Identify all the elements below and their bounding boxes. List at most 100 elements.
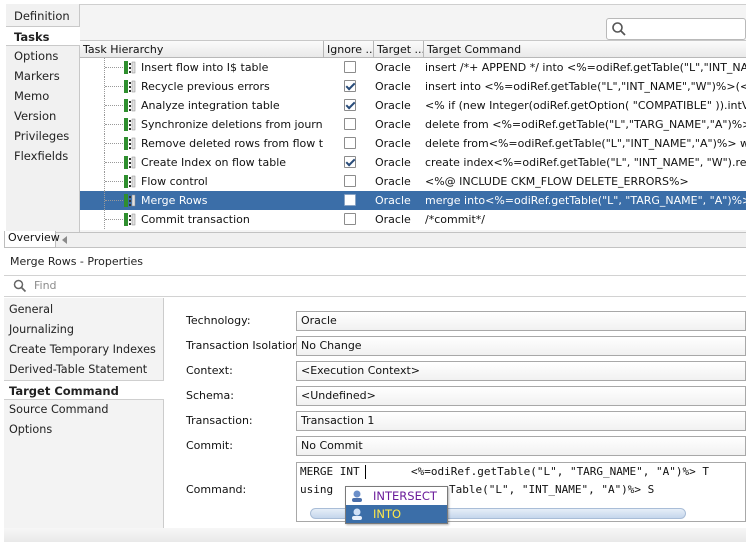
table-row[interactable]: Synchronize deletions from journal Oracle… (80, 115, 746, 134)
commit-label: Commit: (186, 439, 233, 452)
task-name: Insert flow into I$ table (141, 61, 269, 74)
editor-side-tabs: Definition Tasks Options Markers Memo Ve… (6, 4, 80, 232)
autocomplete-popup: INTERSECT INTO (345, 486, 448, 524)
tab-overview[interactable]: Overview (4, 231, 60, 248)
tab-markers[interactable]: Markers (6, 66, 80, 86)
table-row[interactable]: Remove deleted rows from flow table Oracl… (80, 134, 746, 153)
window-bottom-edge (4, 528, 746, 542)
search-icon[interactable] (610, 20, 628, 38)
nav-options[interactable]: Options (4, 420, 164, 440)
tab-tasks[interactable]: Tasks (6, 26, 80, 46)
grid-header: Task Hierarchy Ignore ... Target ... Tar… (80, 40, 746, 59)
autocomplete-label-into: INTO (373, 507, 402, 521)
target-technology-cell: Oracle (375, 213, 411, 226)
ignore-errors-checkbox[interactable] (344, 80, 356, 92)
ignore-errors-checkbox[interactable] (344, 194, 356, 206)
nav-derived-table-statement[interactable]: Derived-Table Statement (4, 360, 164, 380)
nav-journalizing[interactable]: Journalizing (4, 320, 164, 340)
context-select[interactable]: <Execution Context> (296, 361, 746, 381)
task-icon (124, 156, 136, 169)
ignore-errors-checkbox[interactable] (344, 99, 356, 111)
nav-source-command[interactable]: Source Command (4, 400, 164, 420)
autocomplete-item-into[interactable]: INTO (346, 505, 447, 523)
keyword-icon (352, 508, 362, 520)
tab-version[interactable]: Version (6, 106, 80, 126)
task-icon (124, 118, 136, 131)
transaction-isolation-select[interactable]: No Change (296, 336, 746, 356)
table-row[interactable]: Merge Rows Oracle merge into<%=odiRef.getT… (80, 191, 746, 210)
autocomplete-label-intersect: INTERSECT (373, 489, 437, 503)
ignore-errors-checkbox[interactable] (344, 175, 356, 187)
target-command-cell: insert into <%=odiRef.getTable("L","INT_… (425, 80, 746, 93)
target-command-cell: delete from <%=odiRef.getTable("L","TARG… (425, 118, 746, 131)
target-technology-cell: Oracle (375, 194, 411, 207)
text-cursor (365, 465, 366, 479)
table-row[interactable]: Recycle previous errors Oracle insert into… (80, 77, 746, 96)
task-icon (124, 175, 136, 188)
tab-memo[interactable]: Memo (6, 86, 80, 106)
table-row[interactable]: Commit transaction Oracle /*commit*/ (80, 210, 746, 229)
target-technology-cell: Oracle (375, 118, 411, 131)
scroll-left-icon[interactable] (60, 235, 70, 245)
target-command-cell: /*commit*/ (425, 213, 485, 226)
target-technology-cell: Oracle (375, 61, 411, 74)
command-line-1-start: MERGE INT (300, 465, 360, 478)
ignore-errors-checkbox[interactable] (344, 118, 356, 130)
task-icon (124, 137, 136, 150)
tab-flexfields[interactable]: Flexfields (6, 146, 80, 166)
target-technology-cell: Oracle (375, 156, 411, 169)
tab-definition[interactable]: Definition (6, 6, 80, 26)
commit-select[interactable]: No Commit (296, 436, 746, 456)
ignore-errors-checkbox[interactable] (344, 137, 356, 149)
tab-options[interactable]: Options (6, 46, 80, 66)
tab-privileges[interactable]: Privileges (6, 126, 80, 146)
table-row[interactable]: Flow control Oracle <%@ INCLUDE CKM_FLOW D… (80, 172, 746, 191)
nav-target-command[interactable]: Target Command (4, 380, 164, 400)
command-line-2-start: using (300, 483, 334, 496)
task-icon (124, 99, 136, 112)
target-command-cell: insert /*+ APPEND */ into <%=odiRef.getT… (425, 61, 746, 74)
task-name: Synchronize deletions from journal (141, 118, 323, 131)
properties-title: Merge Rows - Properties (4, 252, 746, 272)
ignore-errors-checkbox[interactable] (344, 61, 356, 73)
find-input[interactable]: Find (34, 278, 57, 294)
autocomplete-item-intersect[interactable]: INTERSECT (346, 487, 447, 505)
table-row[interactable]: Insert flow into I$ table Oracle insert /*… (80, 58, 746, 77)
technology-select[interactable]: Oracle (296, 311, 746, 331)
column-header-target[interactable]: Target ... (374, 41, 424, 59)
task-name: Recycle previous errors (141, 80, 270, 93)
properties-nav: General Journalizing Create Temporary In… (4, 298, 164, 528)
task-icon (124, 213, 136, 226)
find-bar[interactable] (4, 275, 746, 297)
target-command-cell: <%@ INCLUDE CKM_FLOW DELETE_ERRORS%> (425, 175, 689, 188)
task-icon (124, 61, 136, 74)
task-icon (124, 80, 136, 93)
target-command-cell: <% if (new Integer(odiRef.getOption( "CO… (425, 99, 746, 112)
target-command-cell: create index<%=odiRef.getTable("L", "INT… (425, 156, 746, 169)
overview-bar (4, 232, 746, 248)
ignore-errors-checkbox[interactable] (344, 156, 356, 168)
command-line-2-rest: Table("L", "INT_NAME", "A")%> S (449, 483, 655, 496)
task-grid: Insert flow into I$ table Oracle insert /*… (80, 58, 746, 230)
nav-general[interactable]: General (4, 300, 164, 320)
technology-label: Technology: (186, 314, 251, 327)
target-technology-cell: Oracle (375, 80, 411, 93)
find-icon[interactable] (12, 278, 28, 294)
table-row[interactable]: Create Index on flow table Oracle create i… (80, 153, 746, 172)
schema-label: Schema: (186, 389, 234, 402)
task-name: Merge Rows (141, 194, 208, 207)
task-name: Flow control (141, 175, 208, 188)
nav-create-temporary-indexes[interactable]: Create Temporary Indexes (4, 340, 164, 360)
schema-select[interactable]: <Undefined> (296, 386, 746, 406)
table-row[interactable]: Analyze integration table Oracle <% if (ne… (80, 96, 746, 115)
task-icon (124, 194, 136, 207)
target-command-cell: merge into<%=odiRef.getTable("L", "TARG_… (425, 194, 746, 207)
column-header-target-command[interactable]: Target Command (424, 41, 746, 59)
keyword-icon (352, 490, 362, 502)
transaction-label: Transaction: (186, 414, 253, 427)
transaction-select[interactable]: Transaction 1 (296, 411, 746, 431)
column-header-ignore[interactable]: Ignore ... (324, 41, 374, 59)
target-technology-cell: Oracle (375, 99, 411, 112)
column-header-task-hierarchy[interactable]: Task Hierarchy (80, 41, 324, 59)
ignore-errors-checkbox[interactable] (344, 213, 356, 225)
